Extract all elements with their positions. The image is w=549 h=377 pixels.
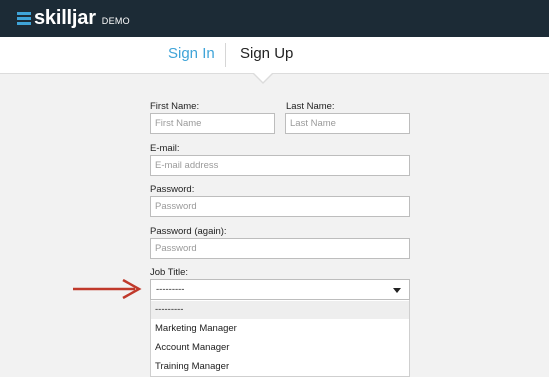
last-name-input[interactable] <box>285 113 410 134</box>
job-title-selected-value: --------- <box>156 284 185 295</box>
job-title-option[interactable]: Training Manager <box>151 358 409 376</box>
first-name-label: First Name: <box>150 101 200 112</box>
email-label: E-mail: <box>150 143 180 154</box>
password-input[interactable] <box>150 196 410 217</box>
auth-tabs: Sign In Sign Up <box>0 37 549 74</box>
job-title-select[interactable]: --------- <box>150 279 410 300</box>
active-tab-pointer <box>254 73 272 82</box>
email-input[interactable] <box>150 155 410 176</box>
top-bar: skilljar DEMO <box>0 0 549 37</box>
password-again-label: Password (again): <box>150 226 227 237</box>
job-title-options: --------- Marketing Manager Account Mana… <box>150 300 410 377</box>
password-label: Password: <box>150 184 195 195</box>
demo-badge: DEMO <box>101 16 130 26</box>
tab-sign-in[interactable]: Sign In <box>168 45 215 63</box>
job-title-option[interactable]: --------- <box>151 301 409 319</box>
brand-name: skilljar <box>34 7 96 29</box>
skilljar-logo-icon <box>17 11 31 25</box>
job-title-label: Job Title: <box>150 267 189 278</box>
password-again-input[interactable] <box>150 238 410 259</box>
last-name-label: Last Name: <box>286 101 335 112</box>
tab-sign-up[interactable]: Sign Up <box>240 45 293 63</box>
job-title-option[interactable]: Marketing Manager <box>151 320 409 338</box>
right-arrow-icon <box>73 279 142 299</box>
job-title-option[interactable]: Account Manager <box>151 339 409 357</box>
chevron-down-icon[interactable] <box>393 288 401 293</box>
brand-logo[interactable]: skilljar DEMO <box>17 8 130 28</box>
first-name-input[interactable] <box>150 113 275 134</box>
tab-divider <box>225 43 226 67</box>
